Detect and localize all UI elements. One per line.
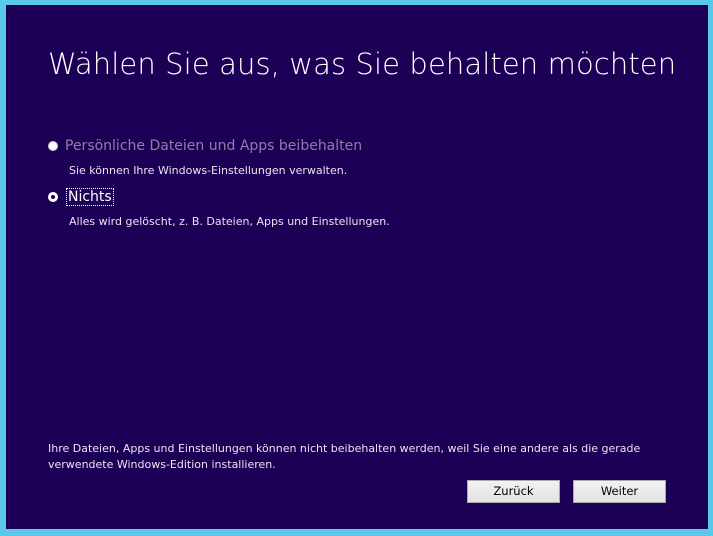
option-keep-files-apps-description: Sie können Ihre Windows-Einstellungen ve… bbox=[69, 164, 348, 177]
radio-nothing[interactable] bbox=[48, 192, 58, 202]
next-button[interactable]: Weiter bbox=[573, 480, 666, 503]
option-nothing-label[interactable]: Nichts bbox=[66, 188, 114, 206]
option-nothing-description: Alles wird gelöscht, z. B. Dateien, Apps… bbox=[69, 215, 390, 228]
edition-note-line1: Ihre Dateien, Apps und Einstellungen kön… bbox=[48, 442, 641, 455]
option-keep-files-apps-label: Persönliche Dateien und Apps beibehalten bbox=[65, 138, 363, 154]
page-title: Wählen Sie aus, was Sie behalten möchten bbox=[48, 47, 677, 81]
edition-note-line2: verwendete Windows-Edition installieren. bbox=[48, 458, 276, 471]
window-frame: Wählen Sie aus, was Sie behalten möchten… bbox=[0, 0, 713, 536]
setup-panel: Wählen Sie aus, was Sie behalten möchten… bbox=[6, 5, 708, 529]
edition-note: Ihre Dateien, Apps und Einstellungen kön… bbox=[48, 441, 648, 473]
radio-keep-files-apps bbox=[48, 141, 58, 151]
back-button[interactable]: Zurück bbox=[467, 480, 560, 503]
